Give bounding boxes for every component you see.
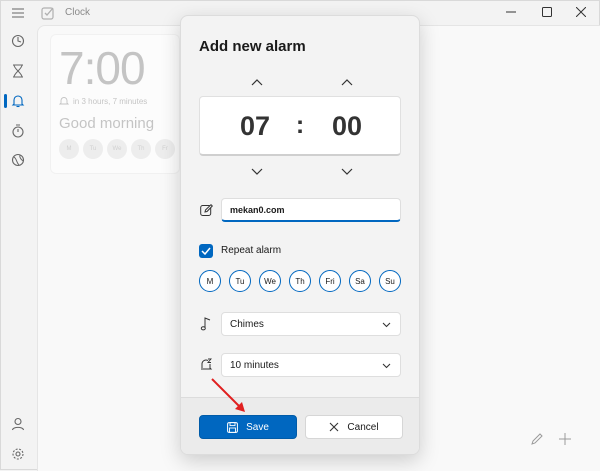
alarm-icon [11,95,25,108]
settings-icon [12,448,24,460]
repeat-alarm-label: Repeat alarm [221,245,282,256]
minute-value[interactable]: 00 [322,111,372,142]
day-chip: M [59,139,79,159]
minute-down-button[interactable] [339,166,355,178]
plus-icon [559,433,571,445]
edit-alarms-button[interactable] [528,430,546,448]
day-toggle-thu[interactable]: Th [289,270,311,292]
stopwatch-icon [12,124,24,138]
save-button-label: Save [246,421,269,433]
snooze-icon-wrap [199,358,213,372]
minute-up-button[interactable] [339,76,355,88]
day-chip: We [107,139,127,159]
dialog-title: Add new alarm [199,38,306,55]
chevron-down-icon [341,168,353,175]
account-button[interactable] [9,415,27,433]
alarm-time: 7:00 [59,42,146,94]
edit-name-icon-wrap [199,203,213,217]
day-toggle-sun[interactable]: Su [379,270,401,292]
add-alarm-button[interactable] [556,430,574,448]
settings-button[interactable] [9,445,27,463]
world-clock-icon [11,153,25,167]
day-chip: Th [131,139,151,159]
day-chip: Fr [155,139,175,159]
cancel-button-label: Cancel [347,421,379,433]
close-icon [576,7,586,17]
alarm-days: M Tu We Th Fr [59,139,175,159]
save-button[interactable]: Save [199,415,297,439]
maximize-icon [542,7,552,17]
chevron-up-icon [341,79,353,86]
close-window-button[interactable] [563,1,599,23]
nav-world-clock[interactable] [9,151,27,169]
alarm-sound-value: Chimes [230,319,264,330]
alarm-name-input[interactable]: mekan0.com [221,198,401,222]
day-chip: Tu [83,139,103,159]
snooze-time-value: 10 minutes [230,360,279,371]
focus-icon [11,34,25,48]
timer-icon [13,64,23,78]
repeat-days: M Tu We Th Fri Sa Su [199,270,401,292]
chevron-up-icon [251,79,263,86]
alarm-sound-dropdown[interactable]: Chimes [221,312,401,336]
hour-value[interactable]: 07 [230,111,280,142]
alarm-countdown: in 3 hours, 7 minutes [73,97,148,106]
menu-icon [12,8,24,18]
nav-selected-indicator [4,94,7,108]
hour-up-button[interactable] [249,76,265,88]
day-toggle-mon[interactable]: M [199,270,221,292]
music-note-icon [200,317,211,331]
hour-down-button[interactable] [249,166,265,178]
close-icon [330,422,339,432]
bell-icon [59,97,69,105]
alarm-name: Good morning [59,115,155,132]
day-toggle-sat[interactable]: Sa [349,270,371,292]
day-toggle-tue[interactable]: Tu [229,270,251,292]
sound-icon-wrap [199,317,213,331]
minimize-icon [506,11,516,13]
day-toggle-wed[interactable]: We [259,270,281,292]
nav-focus-sessions[interactable] [9,32,27,50]
alarm-card[interactable]: 7:00 in 3 hours, 7 minutes Good morning … [50,34,180,174]
pencil-icon [531,433,543,445]
chevron-down-icon [382,322,391,328]
clock-window: Clock 7:00 in 3 hours, 7 minutes Good mo… [0,0,600,471]
checkmark-icon [201,247,211,255]
time-separator: : [295,111,305,139]
nav-timer[interactable] [9,62,27,80]
chevron-down-icon [382,363,391,369]
day-toggle-fri[interactable]: Fri [319,270,341,292]
minimize-button[interactable] [493,1,529,23]
window-title: Clock [65,7,91,18]
repeat-alarm-checkbox[interactable] [199,244,213,258]
cancel-button[interactable]: Cancel [305,415,403,439]
time-picker: 07 : 00 [199,96,401,156]
sidebar [1,1,35,471]
edit-icon [199,203,213,216]
nav-alarm[interactable] [9,92,27,110]
annotation-arrow-icon [211,378,245,412]
nav-stopwatch[interactable] [9,122,27,140]
menu-button[interactable] [9,4,27,22]
snooze-icon [201,358,213,370]
maximize-button[interactable] [529,1,565,23]
clock-app-icon [41,7,54,20]
account-icon [11,417,25,431]
save-icon [227,421,238,433]
chevron-down-icon [251,168,263,175]
